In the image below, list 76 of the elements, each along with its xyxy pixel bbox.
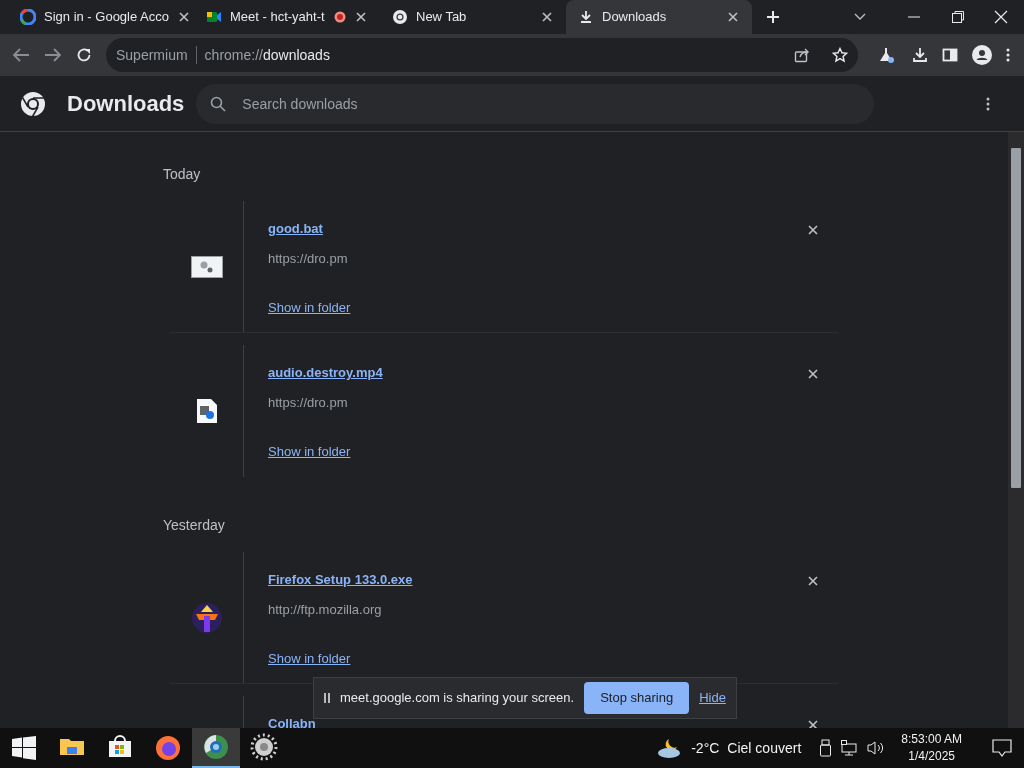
hide-link[interactable]: Hide	[699, 688, 726, 708]
close-icon[interactable]	[806, 574, 820, 588]
media-file-icon	[195, 398, 218, 424]
restore-icon[interactable]	[952, 11, 964, 23]
close-icon[interactable]	[806, 718, 820, 728]
pause-icon	[324, 693, 330, 703]
gear-icon	[250, 733, 278, 761]
windows-start-icon[interactable]	[12, 736, 36, 760]
search-icon	[210, 95, 227, 112]
close-icon[interactable]	[806, 223, 820, 237]
tab-title: Downloads	[602, 8, 668, 27]
google-logo-icon	[20, 9, 36, 25]
clock-time: 8:53:00 AM	[901, 731, 962, 748]
reload-icon[interactable]	[76, 47, 92, 63]
side-panel-icon[interactable]	[942, 47, 958, 63]
close-icon[interactable]	[177, 10, 192, 24]
file-name-link[interactable]: audio.destroy.mp4	[268, 363, 383, 383]
download-icon[interactable]	[912, 47, 928, 63]
tab-title: Meet - hct-yaht-t	[230, 8, 326, 27]
chrome-logo-icon	[20, 90, 46, 117]
stop-sharing-button[interactable]: Stop sharing	[584, 682, 690, 714]
show-in-folder-link[interactable]: Show in folder	[268, 442, 351, 462]
browser-tab[interactable]: Meet - hct-yaht-t	[194, 0, 380, 34]
search-field[interactable]: Search downloads	[196, 83, 875, 124]
gears-file-icon	[190, 255, 223, 278]
chrome-logo-icon	[392, 9, 408, 25]
chevron-down-icon[interactable]	[854, 13, 866, 21]
network-icon[interactable]	[841, 740, 860, 756]
source-url: https://dro.pm	[268, 249, 348, 268]
browser-tab[interactable]: Downloads	[566, 0, 752, 34]
speaker-icon[interactable]	[867, 740, 886, 756]
chromium-logo-icon	[202, 733, 230, 761]
file-name-link[interactable]: Firefox Setup 133.0.exe	[268, 570, 413, 590]
temperature: -2°C	[691, 738, 720, 758]
date-heading: Yesterday	[163, 516, 226, 535]
share-message: meet.google.com is sharing your screen.	[340, 689, 575, 708]
address-bar[interactable]: Supermium chrome://downloads	[106, 38, 858, 72]
close-icon[interactable]	[354, 10, 368, 24]
close-icon[interactable]	[726, 10, 740, 24]
taskbar-app[interactable]	[192, 728, 240, 768]
file-name-link[interactable]: Collabn	[268, 714, 316, 728]
show-in-folder-link[interactable]: Show in folder	[268, 649, 351, 669]
flask-icon[interactable]	[878, 47, 894, 63]
show-in-folder-link[interactable]: Show in folder	[268, 298, 351, 318]
tab-title: New Tab	[416, 8, 468, 27]
more-options-icon[interactable]	[986, 96, 990, 111]
browser-tab[interactable]: Sign in - Google Acco	[8, 0, 194, 34]
browser-tab[interactable]: New Tab	[380, 0, 566, 34]
file-name-link[interactable]: good.bat	[268, 219, 323, 239]
date-heading: Today	[163, 165, 202, 184]
forward-arrow-icon[interactable]	[44, 47, 62, 63]
source-url: https://dro.pm	[268, 393, 348, 412]
usb-drive-icon[interactable]	[819, 739, 834, 757]
site-name: Supermium	[116, 45, 188, 65]
close-icon[interactable]	[540, 10, 554, 24]
clock-date: 1/4/2025	[908, 748, 955, 765]
video-camera-icon	[206, 9, 222, 25]
back-arrow-icon[interactable]	[12, 47, 30, 63]
firefox-logo-icon	[154, 733, 182, 761]
gift-box-icon	[191, 601, 222, 634]
clock[interactable]: 8:53:00 AM 1/4/2025	[901, 731, 962, 765]
scrollbar[interactable]	[1008, 132, 1024, 728]
tab-title: Sign in - Google Acco	[44, 8, 170, 27]
page-title: Downloads	[67, 90, 185, 118]
star-icon[interactable]	[832, 47, 848, 63]
new-tab-icon[interactable]	[766, 10, 780, 24]
url-text: chrome://downloads	[204, 45, 330, 65]
share-icon[interactable]	[794, 47, 810, 63]
notification-icon[interactable]	[992, 739, 1012, 757]
menu-icon[interactable]	[1006, 48, 1010, 62]
profile-icon[interactable]	[972, 45, 992, 65]
close-icon[interactable]	[806, 367, 820, 381]
download-icon	[578, 9, 594, 25]
close-icon[interactable]	[994, 10, 1008, 24]
weather-condition: Ciel couvert	[727, 738, 802, 758]
source-url: http://ftp.mozilla.org	[268, 600, 382, 619]
